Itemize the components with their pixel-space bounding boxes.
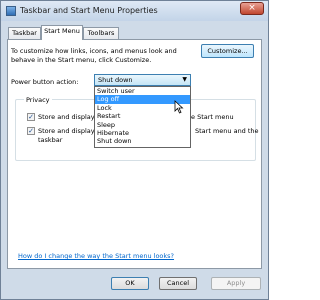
option-hibernate[interactable]: Hibernate	[95, 129, 190, 137]
privacy-label: Privacy	[24, 96, 52, 104]
power-options-list[interactable]: Switch user Log off Lock Restart Sleep H…	[94, 86, 191, 148]
mouse-pointer-icon	[174, 100, 184, 116]
tab-taskbar[interactable]: Taskbar	[8, 27, 41, 39]
ok-button[interactable]: OK	[111, 277, 149, 290]
privacy-item-1-text-end: e Start menu	[191, 113, 234, 121]
option-sleep[interactable]: Sleep	[95, 121, 190, 129]
customize-description: To customize how links, icons, and menus…	[11, 47, 177, 64]
option-switch-user[interactable]: Switch user	[95, 87, 190, 95]
privacy-checkbox-2[interactable]: ✓	[27, 127, 35, 135]
properties-window: Taskbar and Start Menu Properties × Task…	[0, 0, 269, 300]
privacy-item-1-text: Store and display r	[38, 113, 100, 121]
window-title: Taskbar and Start Menu Properties	[20, 6, 158, 15]
close-button[interactable]: ×	[240, 2, 264, 15]
dropdown-arrow-icon: ▼	[182, 76, 187, 83]
power-button-label: Power button action:	[11, 78, 79, 86]
option-shut-down[interactable]: Shut down	[95, 137, 190, 145]
help-link[interactable]: How do I change the way the Start menu l…	[18, 252, 174, 260]
privacy-checkbox-1[interactable]: ✓	[27, 113, 35, 121]
customize-button[interactable]: Customize...	[201, 44, 254, 58]
tab-start-menu[interactable]: Start Menu	[41, 25, 83, 40]
privacy-item-2-text: Store and display r	[38, 127, 100, 135]
tab-toolbars[interactable]: Toolbars	[83, 27, 119, 39]
cancel-button[interactable]: Cancel	[159, 277, 197, 290]
privacy-item-2-text-wrap: taskbar	[38, 136, 63, 144]
privacy-item-2-text-end: Start menu and the	[195, 127, 259, 135]
title-bar[interactable]: Taskbar and Start Menu Properties ×	[1, 1, 268, 21]
apply-button[interactable]: Apply	[211, 277, 261, 290]
power-button-select[interactable]: Shut down ▼	[94, 74, 191, 86]
taskbar-app-icon	[6, 6, 16, 16]
power-button-value: Shut down	[98, 76, 133, 84]
